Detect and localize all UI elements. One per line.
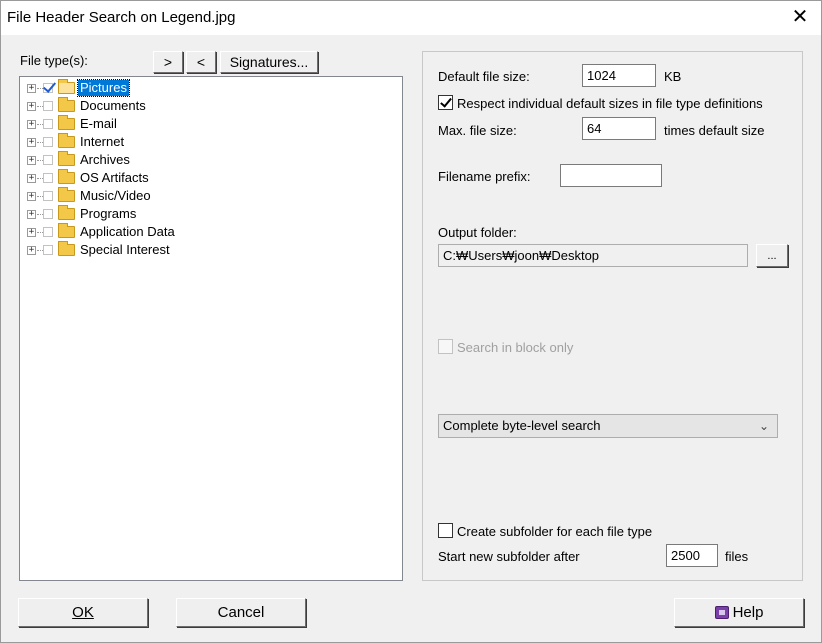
tree-item-label: Documents [80, 98, 146, 113]
default-size-input[interactable]: 1024 [582, 64, 656, 87]
tree-item-label: Special Interest [80, 242, 170, 257]
create-subfolder-label: Create subfolder for each file type [457, 524, 653, 539]
folder-icon [58, 151, 75, 166]
max-size-input[interactable]: 64 [582, 117, 656, 140]
start-new-subfolder-label: Start new subfolder after [438, 549, 580, 564]
collapse-button[interactable]: < [186, 51, 216, 73]
expand-icon[interactable]: + [27, 210, 36, 219]
file-types-label: File type(s): [20, 53, 88, 68]
default-size-label: Default file size: [438, 69, 530, 84]
cancel-button[interactable]: Cancel [176, 598, 306, 627]
start-new-subfolder-unit: files [725, 549, 749, 564]
filename-prefix-input[interactable] [560, 164, 662, 187]
tree-item-checkbox[interactable] [43, 227, 53, 237]
help-book-icon [714, 605, 729, 619]
tree-item[interactable]: + Special Interest [20, 241, 400, 259]
folder-icon [58, 133, 75, 148]
signatures-button[interactable]: Signatures... [220, 51, 318, 73]
ok-label: OK [72, 603, 94, 621]
folder-icon [58, 97, 75, 112]
folder-icon [58, 169, 75, 184]
tree-item[interactable]: + Programs [20, 205, 400, 223]
file-type-tree[interactable]: + Pictures + Documents + E-mail + Internet + Arch… [19, 76, 403, 581]
expand-icon[interactable]: + [27, 138, 36, 147]
max-size-label: Max. file size: [438, 123, 517, 138]
tree-item-checkbox[interactable] [43, 209, 53, 219]
search-block-only-label: Search in block only [457, 340, 574, 355]
tree-item-checkbox[interactable] [43, 191, 53, 201]
search-mode-select[interactable]: Complete byte-level search ⌄ [438, 414, 778, 438]
tree-item-checkbox[interactable] [43, 119, 53, 129]
chevron-down-icon: ⌄ [758, 419, 769, 433]
expand-icon[interactable]: + [27, 228, 36, 237]
tree-item[interactable]: + Application Data [20, 223, 400, 241]
expand-icon[interactable]: + [27, 102, 36, 111]
expand-icon[interactable]: + [27, 174, 36, 183]
browse-folder-button[interactable]: ... [756, 244, 788, 267]
close-icon[interactable]: ✕ [789, 7, 811, 29]
title-bar: File Header Search on Legend.jpg ✕ [1, 1, 821, 35]
tree-item[interactable]: + Pictures [20, 79, 400, 97]
tree-item[interactable]: + Music/Video [20, 187, 400, 205]
folder-icon [58, 223, 75, 238]
tree-item-checkbox[interactable] [43, 83, 53, 93]
tree-item-label: Pictures [77, 79, 130, 97]
tree-item-label: Programs [80, 206, 137, 221]
expand-icon[interactable]: + [27, 120, 36, 129]
tree-item-label: Archives [80, 152, 130, 167]
create-subfolder-checkbox[interactable] [438, 523, 453, 538]
folder-icon [58, 79, 75, 94]
window-title: File Header Search on Legend.jpg [7, 9, 236, 26]
help-button[interactable]: Help [674, 598, 804, 627]
tree-item-label: E-mail [80, 116, 117, 131]
folder-icon [58, 187, 75, 202]
folder-icon [58, 115, 75, 130]
max-size-unit: times default size [664, 123, 765, 138]
default-size-unit: KB [664, 69, 682, 84]
tree-item[interactable]: + OS Artifacts [20, 169, 400, 187]
respect-sizes-label: Respect individual default sizes in file… [457, 96, 763, 111]
expand-icon[interactable]: + [27, 84, 36, 93]
respect-sizes-checkbox[interactable] [438, 95, 453, 110]
tree-item-checkbox[interactable] [43, 101, 53, 111]
help-label: Help [732, 603, 764, 621]
tree-item-label: OS Artifacts [80, 170, 149, 185]
tree-item[interactable]: + Archives [20, 151, 400, 169]
expand-icon[interactable]: + [27, 246, 36, 255]
tree-item-label: Application Data [80, 224, 175, 239]
tree-item-checkbox[interactable] [43, 137, 53, 147]
file-header-search-dialog: File Header Search on Legend.jpg ✕ File … [0, 0, 822, 643]
tree-item[interactable]: + E-mail [20, 115, 400, 133]
tree-item-label: Internet [80, 134, 125, 149]
ok-button[interactable]: OK [18, 598, 148, 627]
tree-item-label: Music/Video [80, 188, 151, 203]
folder-icon [58, 241, 75, 256]
search-mode-value: Complete byte-level search [443, 418, 601, 433]
filename-prefix-label: Filename prefix: [438, 169, 531, 184]
tree-item[interactable]: + Documents [20, 97, 400, 115]
search-block-only-checkbox[interactable] [438, 339, 453, 354]
expand-icon[interactable]: + [27, 156, 36, 165]
folder-icon [58, 205, 75, 220]
output-folder-label: Output folder: [438, 225, 517, 240]
expand-icon[interactable]: + [27, 192, 36, 201]
tree-item-checkbox[interactable] [43, 155, 53, 165]
expand-button[interactable]: > [153, 51, 183, 73]
output-folder-input[interactable]: C:₩Users₩joon₩Desktop [438, 244, 748, 267]
tree-item-checkbox[interactable] [43, 173, 53, 183]
tree-item-checkbox[interactable] [43, 245, 53, 255]
tree-item[interactable]: + Internet [20, 133, 400, 151]
start-new-subfolder-input[interactable]: 2500 [666, 544, 718, 567]
